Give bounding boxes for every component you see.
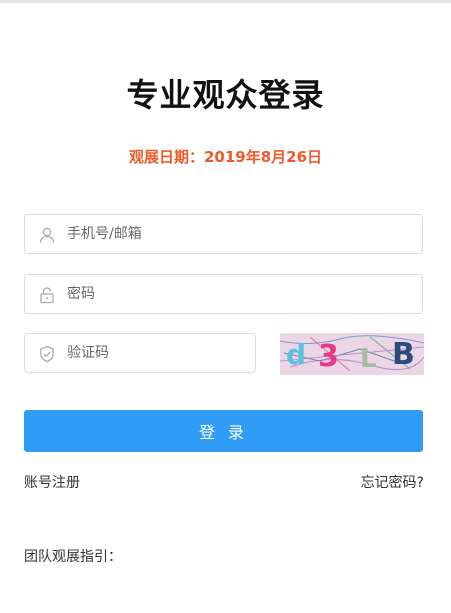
captcha-char: 3 (318, 339, 339, 374)
captcha-image[interactable]: d 3 L B (280, 333, 424, 375)
user-icon (39, 227, 55, 243)
captcha-field[interactable] (24, 333, 256, 373)
captcha-input[interactable] (67, 334, 245, 372)
captcha-char: L (360, 344, 377, 374)
username-input[interactable] (67, 215, 412, 253)
captcha-char: d (286, 338, 306, 371)
forgot-password-link[interactable]: 忘记密码? (361, 472, 424, 492)
shield-icon (40, 345, 54, 363)
register-link[interactable]: 账号注册 (24, 472, 80, 492)
password-field[interactable] (24, 274, 423, 314)
captcha-graphic: d 3 L B (280, 335, 424, 374)
username-field[interactable] (24, 214, 423, 254)
password-input[interactable] (67, 275, 412, 313)
top-divider (0, 0, 451, 3)
exhibition-date: 观展日期：2019年8月26日 (128, 148, 323, 166)
group-guide-heading: 团队观展指引： (24, 549, 122, 565)
page-title: 专业观众登录 (126, 76, 325, 114)
captcha-char: B (392, 337, 415, 372)
lock-icon (40, 287, 54, 304)
login-button[interactable]: 登 录 (24, 410, 423, 452)
